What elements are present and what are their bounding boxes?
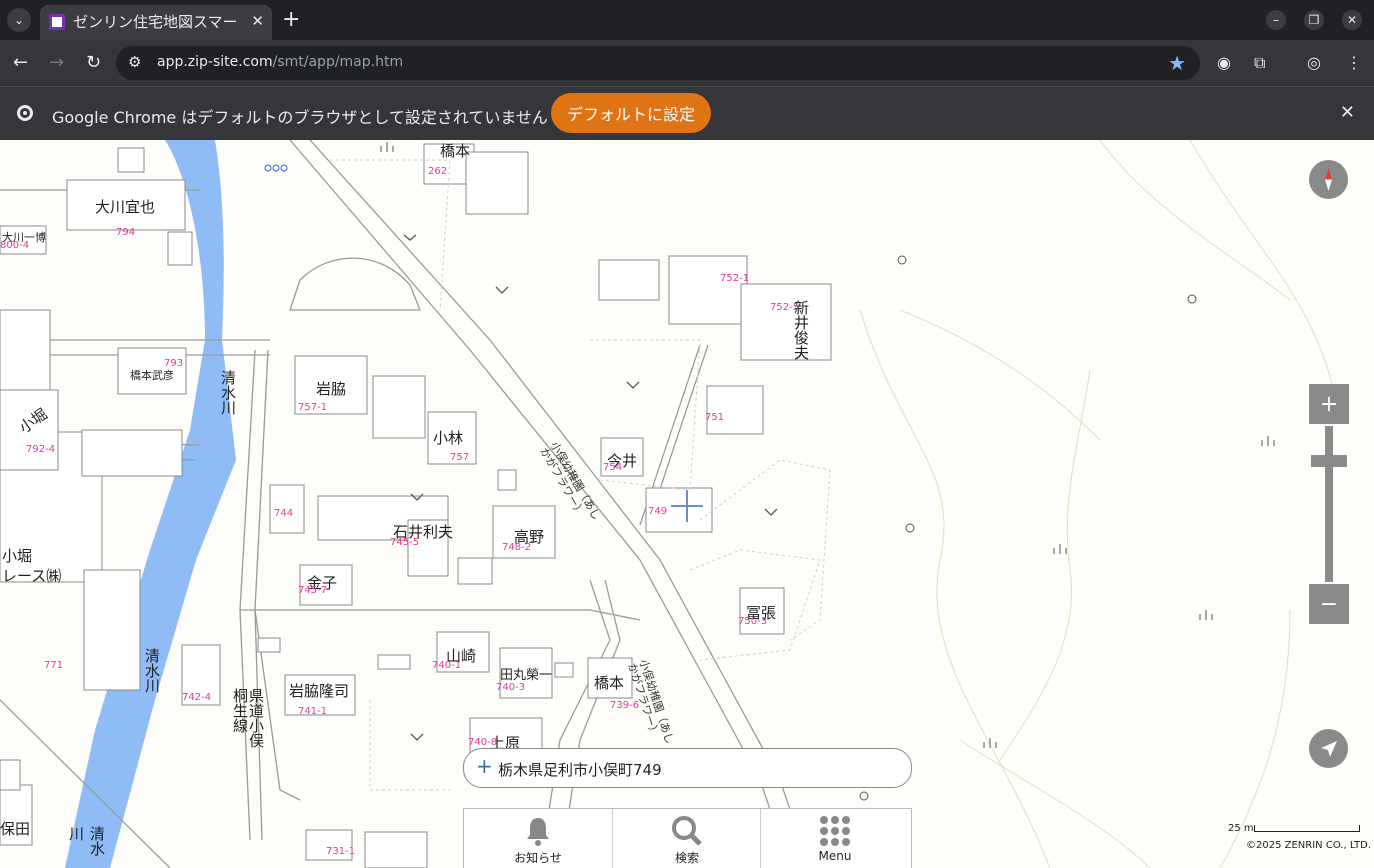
back-icon[interactable]: ← <box>13 52 28 73</box>
url-text[interactable]: app.zip-site.com/smt/app/map.htm <box>157 54 403 70</box>
infobar-close-icon[interactable]: ✕ <box>1340 102 1355 123</box>
map-label: 橋本 <box>594 674 625 692</box>
reload-icon[interactable]: ↻ <box>86 52 101 73</box>
extensions-icon[interactable]: ⧉ <box>1254 53 1265 73</box>
tab-close-icon[interactable]: ✕ <box>251 12 264 30</box>
lot-number: 750-3 <box>738 616 768 627</box>
current-location-icon[interactable] <box>1309 729 1348 768</box>
lot-number: 745-7 <box>298 585 328 596</box>
lot-number: 740-1 <box>432 660 462 671</box>
site-info-icon[interactable]: ⚙ <box>128 53 141 71</box>
map-label: 田丸榮一 <box>500 668 553 683</box>
map-label: 保田 <box>0 820 31 838</box>
more-menu-icon[interactable]: ⋮ <box>1346 53 1362 72</box>
lot-number: 793 <box>164 358 184 369</box>
address-display[interactable]: + 栃木県足利市小俣町749 <box>463 748 912 788</box>
lot-number: 754 <box>603 462 623 473</box>
lot-number: 745-5 <box>390 537 420 548</box>
menu-label: Menu <box>818 849 852 863</box>
notice-label: お知らせ <box>514 851 562 865</box>
lot-number: 794 <box>116 227 136 238</box>
lot-number: 757-1 <box>298 402 328 413</box>
infobar-message: Google Chrome はデフォルトのブラウザとして設定されていません <box>52 108 548 127</box>
bookmark-star-icon[interactable]: ★ <box>1168 51 1186 75</box>
address-text: 栃木県足利市小俣町749 <box>498 761 662 779</box>
browser-tab[interactable]: ゼンリン住宅地図スマー ✕ <box>40 5 272 40</box>
map-label: 小堀 レース㈱ <box>2 547 62 585</box>
lot-number: 742-4 <box>182 692 212 703</box>
profile-icon[interactable]: ◎ <box>1307 53 1321 72</box>
lot-number: 262 <box>428 166 448 177</box>
map-label: 小林 <box>433 429 464 447</box>
url-host: app.zip-site.com <box>157 54 273 70</box>
lot-number: 751 <box>705 412 725 423</box>
zoom-slider-track[interactable] <box>1325 426 1333 582</box>
url-path: /smt/app/map.htm <box>272 54 404 70</box>
zoom-slider-thumb[interactable] <box>1311 455 1347 467</box>
map-label: 岩脇隆司 <box>289 682 350 700</box>
zoom-in-button[interactable]: + <box>1309 384 1349 424</box>
menu-button[interactable]: Menu <box>760 809 909 868</box>
chrome-logo-icon <box>17 105 33 121</box>
restore-icon[interactable]: ❐ <box>1304 10 1324 30</box>
lot-number: 731-1 <box>326 846 356 857</box>
forward-icon[interactable]: → <box>49 52 64 73</box>
search-button[interactable]: 検索 <box>612 809 761 868</box>
bottom-navigation: お知らせ 検索 Menu <box>463 808 912 868</box>
lot-number: 740-3 <box>496 682 526 693</box>
bell-icon <box>527 818 549 846</box>
tab-title: ゼンリン住宅地図スマー <box>73 13 238 31</box>
lot-number: 752-5 <box>770 302 800 313</box>
river-label: 清水川 <box>67 826 106 856</box>
lot-number: 739-6 <box>610 700 640 711</box>
map-canvas[interactable]: 橋本 大川宜也 大川一博 橋本武彦 小堀 小堀 レース㈱ 岩脇 小林 今井 石井… <box>0 140 1374 868</box>
road-label: 県道小俣 桐生線 <box>231 688 265 748</box>
lot-number: 792-4 <box>26 444 56 455</box>
set-default-button[interactable]: デフォルトに設定 <box>551 93 711 133</box>
lot-number: 771 <box>44 660 64 671</box>
search-label: 検索 <box>674 851 699 865</box>
lot-number: 752-1 <box>720 273 750 284</box>
window-close-icon[interactable]: ✕ <box>1342 10 1362 30</box>
map-center-crosshair-icon <box>671 490 703 522</box>
lot-number: 757 <box>450 452 470 463</box>
minimize-icon[interactable]: – <box>1266 10 1286 30</box>
compass-icon[interactable] <box>1309 160 1348 199</box>
river-label: 清水川 <box>219 370 237 415</box>
browser-toolbar: ← → ↻ ⚙ app.zip-site.com/smt/app/map.htm… <box>0 40 1374 86</box>
tab-search-icon[interactable]: ⌄ <box>7 8 31 32</box>
lot-number: 749 <box>648 506 668 517</box>
notice-button[interactable]: お知らせ <box>464 809 612 868</box>
lot-number: 744 <box>274 508 294 519</box>
address-bar[interactable]: ⚙ app.zip-site.com/smt/app/map.htm ★ <box>116 46 1200 80</box>
default-browser-infobar: Google Chrome はデフォルトのブラウザとして設定されていません デフ… <box>0 86 1374 141</box>
lot-number: 748-2 <box>502 542 532 553</box>
lot-number: 741-1 <box>298 706 328 717</box>
scale-label: 25 m <box>1228 823 1254 834</box>
map-label: 橋本 <box>440 142 471 160</box>
grid-menu-icon <box>820 816 850 846</box>
new-tab-icon[interactable]: + <box>282 7 300 32</box>
zoom-out-button[interactable]: − <box>1309 584 1349 624</box>
lot-number: 740-8 <box>468 737 498 748</box>
river-label: 清水川 <box>143 648 161 693</box>
incognito-agent-icon[interactable]: ◉ <box>1217 53 1231 72</box>
browser-tab-strip: ⌄ ゼンリン住宅地図スマー ✕ + – ❐ ✕ <box>0 0 1374 40</box>
map-label: 橋本武彦 <box>130 369 174 382</box>
search-icon <box>672 816 702 846</box>
scale-bar <box>1254 825 1360 832</box>
lot-number: 800-4 <box>0 240 30 251</box>
add-pin-icon[interactable]: + <box>476 754 493 778</box>
copyright: ©2025 ZENRIN CO., LTD. <box>1246 840 1371 851</box>
map-label: 大川宜也 <box>95 198 156 216</box>
map-label: 岩脇 <box>316 380 347 398</box>
site-favicon-icon <box>49 14 65 30</box>
